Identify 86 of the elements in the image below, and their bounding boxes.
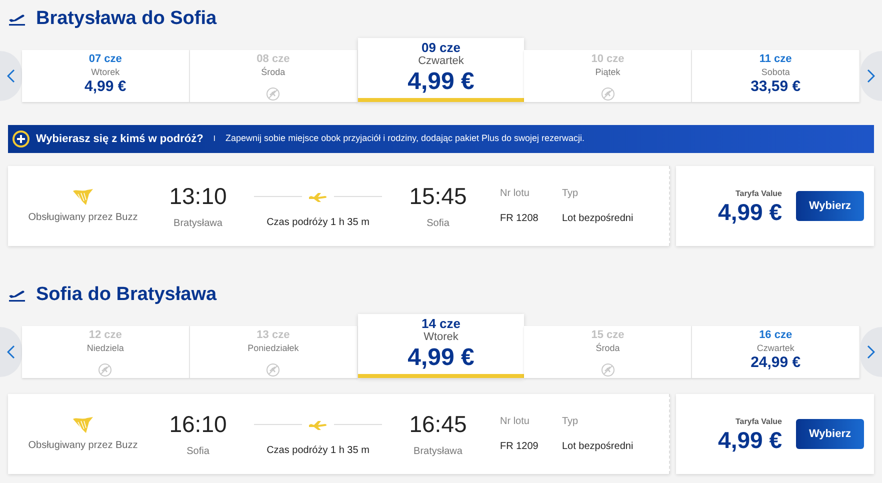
- date-tile[interactable]: 07 cze Wtorek 4,99 €: [22, 50, 190, 102]
- banner-title: Wybierasz się z kimś w podróż?: [36, 132, 204, 147]
- date-label: 13 cze: [256, 329, 290, 342]
- day-label: Czwartek: [756, 342, 794, 354]
- flight-number: FR 1209: [500, 440, 540, 454]
- day-label: Czwartek: [418, 55, 464, 68]
- no-flight-icon: [266, 362, 280, 377]
- date-label: 07 cze: [88, 53, 122, 66]
- arrival-city: Bratysława: [414, 444, 462, 458]
- date-label: 10 cze: [591, 53, 624, 66]
- day-label: Wtorek: [424, 331, 458, 344]
- date-tile[interactable]: 15 cze Środa: [524, 326, 692, 378]
- date-label: 08 cze: [256, 53, 290, 66]
- departure-city: Bratysława: [174, 216, 222, 230]
- harp-logo-icon: [71, 416, 95, 434]
- flight-type: Lot bezpośredni: [562, 212, 634, 226]
- day-label: Niedziela: [86, 342, 124, 354]
- chevron-left-icon: [7, 69, 15, 83]
- arrival-city: Sofia: [426, 216, 450, 230]
- fare-label: Taryfa Value: [734, 416, 782, 428]
- date-label: 14 cze: [421, 316, 461, 331]
- date-tile[interactable]: 13 cze Poniedziałek: [190, 326, 358, 378]
- type-label: Typ: [562, 415, 580, 429]
- day-label: Środa: [261, 66, 286, 78]
- chevron-left-icon: [7, 345, 15, 359]
- harp-logo-icon: [71, 188, 95, 206]
- day-label: Środa: [596, 342, 620, 354]
- flight-number-label: Nr lotu: [500, 415, 530, 429]
- duration-text: Czas podróży 1 h 35 m: [266, 216, 370, 230]
- price-label: 4,99 €: [408, 344, 474, 372]
- fare-price: 4,99 €: [718, 428, 782, 452]
- no-flight-icon: [266, 86, 280, 101]
- date-label: 15 cze: [591, 329, 624, 342]
- select-button[interactable]: Wybierz: [796, 419, 864, 449]
- date-tile[interactable]: 12 cze Niedziela: [22, 326, 190, 378]
- section-title: Bratysława do Sofia: [36, 6, 217, 31]
- no-flight-icon: [98, 362, 112, 377]
- price-label: 24,99 €: [750, 354, 801, 372]
- departure-time: 13:10: [169, 182, 227, 210]
- plane-icon: [308, 420, 328, 430]
- separator-text: I: [212, 133, 217, 145]
- date-label: 09 cze: [421, 40, 461, 55]
- plane-icon: [308, 192, 328, 202]
- section-title: Sofia do Bratysława: [36, 282, 217, 307]
- date-tile[interactable]: 14 cze Wtorek 4,99 €: [358, 314, 524, 378]
- flight-number-label: Nr lotu: [500, 187, 530, 201]
- operator-text: Obsługiwany przez Buzz: [28, 438, 138, 452]
- arrival-time: 16:45: [409, 410, 467, 438]
- fare-label: Taryfa Value: [734, 188, 782, 200]
- type-label: Typ: [562, 187, 580, 201]
- flight-type: Lot bezpośredni: [562, 440, 634, 454]
- price-label: 4,99 €: [84, 78, 126, 96]
- date-tile[interactable]: 16 cze Czwartek 24,99 €: [692, 326, 860, 378]
- plane-departure-icon: [8, 12, 26, 26]
- day-label: Wtorek: [91, 66, 120, 78]
- date-label: 12 cze: [88, 329, 122, 342]
- no-flight-icon: [600, 362, 615, 377]
- flight-number: FR 1208: [500, 212, 540, 226]
- chevron-right-icon: [866, 345, 875, 359]
- departure-city: Sofia: [186, 444, 210, 458]
- next-button[interactable]: [860, 327, 882, 377]
- select-button[interactable]: Wybierz: [796, 191, 864, 221]
- date-label: 16 cze: [759, 329, 792, 342]
- duration-text: Czas podróży 1 h 35 m: [266, 444, 370, 458]
- no-flight-icon: [600, 86, 615, 101]
- fare-price: 4,99 €: [718, 200, 782, 224]
- date-tile[interactable]: 08 cze Środa: [190, 50, 358, 102]
- day-label: Sobota: [761, 66, 790, 78]
- chevron-right-icon: [866, 69, 875, 83]
- next-button[interactable]: [860, 51, 882, 101]
- plane-departure-icon: [8, 288, 26, 302]
- arrival-time: 15:45: [409, 182, 467, 210]
- plus-icon: [12, 130, 30, 148]
- date-tile[interactable]: 11 cze Sobota 33,59 €: [692, 50, 860, 102]
- banner-text: Zapewnij sobie miejsce obok przyjaciół i rodziny, dodając pakiet Plus do swojej rezerwacji.: [226, 132, 585, 146]
- date-label: 11 cze: [759, 53, 792, 66]
- departure-time: 16:10: [169, 410, 227, 438]
- previous-button[interactable]: [0, 327, 22, 377]
- date-tile[interactable]: 09 cze Czwartek 4,99 €: [358, 38, 524, 102]
- operator-text: Obsługiwany przez Buzz: [28, 210, 138, 224]
- price-label: 4,99 €: [408, 68, 474, 96]
- price-label: 33,59 €: [750, 78, 801, 96]
- day-label: Piątek: [595, 66, 620, 78]
- previous-button[interactable]: [0, 51, 22, 101]
- day-label: Poniedziałek: [248, 342, 299, 354]
- date-tile[interactable]: 10 cze Piątek: [524, 50, 692, 102]
